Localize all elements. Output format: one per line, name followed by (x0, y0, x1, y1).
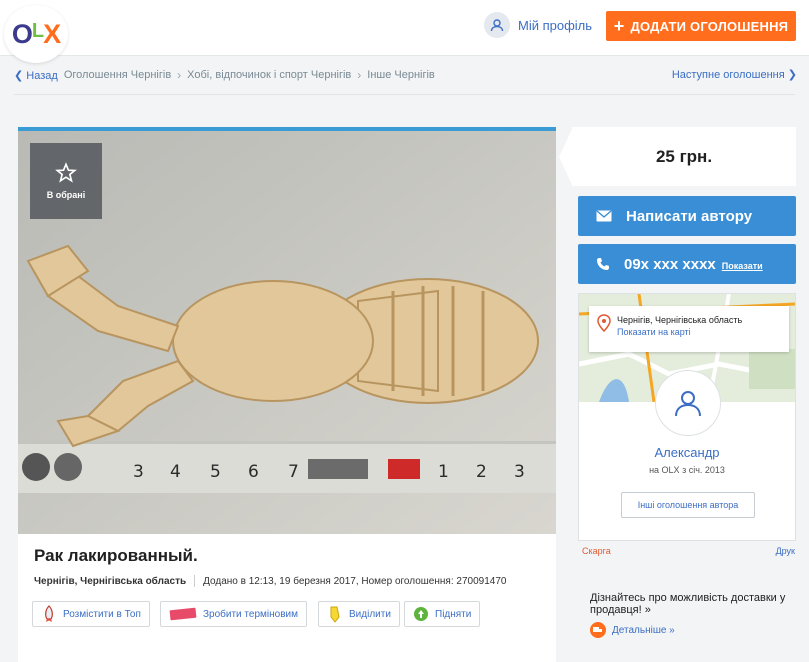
breadcrumb-item-other[interactable]: Інше Чернігів (367, 69, 435, 81)
urgent-tag-icon (169, 605, 197, 623)
map-pin-icon (597, 314, 611, 332)
author-card: Чернігів, Чернігівська область Показати … (578, 293, 796, 541)
avatar[interactable] (655, 370, 721, 436)
back-label: Назад (26, 69, 58, 82)
chevron-right-icon: ❯ (787, 69, 797, 81)
make-urgent-button[interactable]: Зробити терміновим (160, 601, 307, 627)
delivery-more-label: Детальніше » (612, 624, 675, 636)
report-link[interactable]: Скарга (582, 546, 611, 556)
listing-title: Рак лакированный. (34, 546, 198, 565)
raise-icon (413, 605, 429, 623)
map-location-tooltip: Чернігів, Чернігівська область Показати … (589, 306, 789, 352)
svg-text:2: 2 (476, 462, 487, 482)
other-ads-label: Інші оголошення автора (637, 500, 739, 510)
price-box: 25 грн. (572, 127, 796, 186)
author-name[interactable]: Александр (579, 445, 795, 460)
map-location-text: Чернігів, Чернігівська область (617, 315, 743, 325)
chevron-right-icon: › (177, 68, 182, 82)
highlight-button[interactable]: Виділити (318, 601, 400, 627)
chevron-left-icon: ❮ (14, 69, 24, 82)
svg-text:4: 4 (170, 462, 181, 482)
rocket-icon (41, 605, 57, 623)
svg-text:5: 5 (210, 462, 221, 482)
price-notch (559, 127, 573, 187)
next-ad-link[interactable]: Наступне оголошення ❯ (672, 68, 797, 81)
my-profile-link[interactable]: Мій профіль (484, 12, 592, 38)
delivery-more-link[interactable]: Детальніше » (590, 622, 675, 638)
star-icon (55, 162, 77, 183)
make-urgent-label: Зробити терміновим (203, 608, 298, 620)
listing-meta: Чернігів, Чернігівська область Додано в … (34, 575, 506, 587)
user-icon (484, 12, 510, 38)
chevron-right-icon: › (357, 68, 362, 82)
raise-button[interactable]: Підняти (404, 601, 481, 627)
svg-text:1: 1 (438, 462, 449, 482)
price-value: 25 грн. (655, 146, 713, 166)
back-link[interactable]: ❮ Назад (14, 69, 58, 82)
listing-photo[interactable]: 3 4 5 6 7 1 2 3 В обрані (18, 131, 556, 534)
my-profile-label: Мій профіль (518, 17, 593, 33)
other-ads-button[interactable]: Інші оголошення автора (621, 492, 755, 518)
add-listing-label: ДОДАТИ ОГОЛОШЕННЯ (630, 18, 789, 34)
breadcrumb-item-ads[interactable]: Оголошення Чернігів (64, 69, 171, 81)
listing-location[interactable]: Чернігів, Чернігівська область (34, 576, 186, 587)
highlight-label: Виділити (349, 608, 391, 620)
svg-text:7: 7 (288, 462, 299, 482)
delivery-info[interactable]: Дізнайтесь про можливість доставки у про… (590, 592, 790, 616)
phone-button[interactable]: 09x xxx xxxx Показати (578, 244, 796, 284)
listing-card: 34567123 В обрані Рак лакированный. Черн… (18, 127, 556, 662)
promote-top-button[interactable]: Розмістити в Топ (32, 601, 150, 627)
olx-logo[interactable]: OLX (4, 5, 68, 63)
write-author-label: Написати автору (626, 207, 753, 225)
add-listing-button[interactable]: + ДОДАТИ ОГОЛОШЕННЯ (606, 11, 796, 41)
next-ad-label: Наступне оголошення (671, 69, 785, 81)
print-link[interactable]: Друк (776, 546, 795, 556)
raise-label: Підняти (435, 608, 472, 620)
plus-icon: + (613, 16, 625, 36)
show-phone-link[interactable]: Показати (722, 261, 763, 271)
add-to-favorites-button[interactable]: В обрані (30, 143, 102, 219)
svg-text:6: 6 (248, 462, 259, 482)
listing-added-info: Додано в 12:13, 19 березня 2017, Номер о… (203, 575, 507, 587)
svg-text:3: 3 (133, 462, 144, 482)
phone-number: 09x xxx xxxx (624, 255, 716, 273)
user-icon (675, 391, 701, 417)
show-on-map-link[interactable]: Показати на карті (617, 326, 742, 338)
phone-icon (597, 258, 609, 270)
author-since: на OLX з січ. 2013 (649, 465, 725, 475)
site-header: OLX Мій профіль + ДОДАТИ ОГОЛОШЕННЯ (0, 0, 809, 63)
write-author-button[interactable]: Написати автору (578, 196, 796, 236)
divider (194, 575, 196, 587)
favorites-label: В обрані (46, 190, 86, 200)
divider (14, 94, 795, 95)
breadcrumb: ❮ Назад Оголошення Чернігів › Хобі, відп… (14, 68, 435, 82)
svg-text:3: 3 (514, 462, 525, 482)
promote-top-label: Розмістити в Топ (63, 608, 141, 620)
envelope-icon (596, 210, 612, 222)
breadcrumb-item-hobby[interactable]: Хобі, відпочинок і спорт Чернігів (187, 69, 351, 81)
marker-icon (327, 605, 343, 623)
delivery-icon (590, 622, 606, 638)
